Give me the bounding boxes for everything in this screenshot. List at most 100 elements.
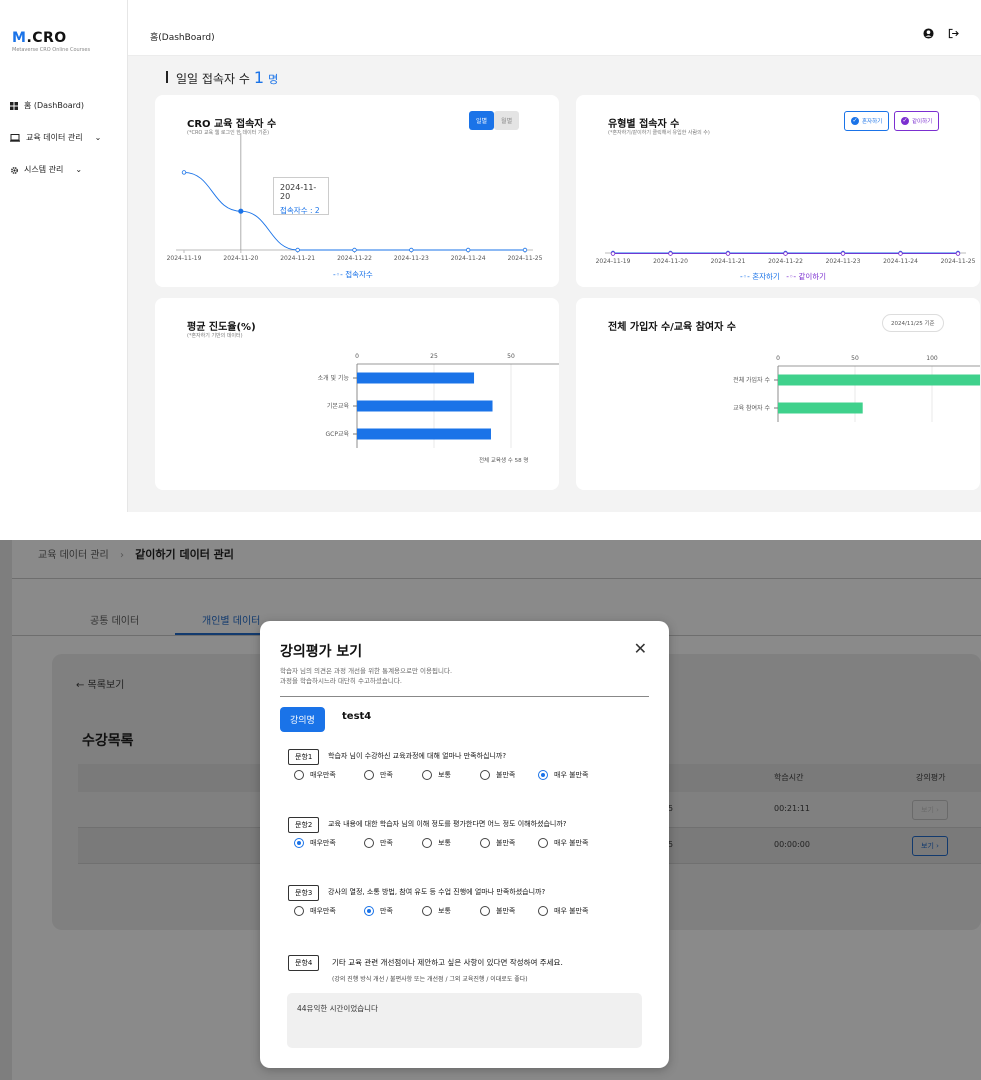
data-point (352, 247, 357, 253)
radio-button[interactable] (364, 770, 374, 780)
x-tick-label: 2024-11-21 (711, 258, 746, 265)
radio-option[interactable]: 불만족 (480, 906, 538, 916)
radio-button[interactable] (422, 906, 432, 916)
bar (357, 372, 475, 384)
radio-option[interactable]: 보통 (422, 906, 480, 916)
radio-button[interactable] (538, 770, 548, 780)
radio-button[interactable] (480, 838, 490, 848)
x-tick-label: 2024-11-24 (883, 258, 918, 265)
radio-button[interactable] (422, 838, 432, 848)
legend-together[interactable]: -◦- 같이하기 (786, 272, 826, 281)
daily-visitors-label: 일일 접속자 수 (176, 72, 250, 86)
x-tick-label: 2024-11-25 (508, 255, 543, 262)
radio-button[interactable] (480, 906, 490, 916)
radio-button[interactable] (364, 838, 374, 848)
bar (357, 400, 493, 412)
members-card: 전체 가입자 수/교육 참여자 수 2024/11/25 기준 05010015… (576, 298, 980, 490)
x-tick-label: 50 (851, 355, 859, 362)
close-icon[interactable]: ✕ (634, 639, 647, 658)
cro-visitors-chart: 2024-11-19 2024-11-20 2024-11-21 2024-11-22… (167, 133, 543, 262)
radio-label: 불만족 (496, 771, 516, 779)
logout-icon[interactable] (948, 28, 959, 42)
question-text: 학습자 님이 수강하신 교육과정에 대해 얼마나 만족하십니까? (328, 752, 507, 760)
radio-group: 매우만족 만족 보통 불만족 매우 불만족 (294, 906, 618, 916)
radio-label: 매우 불만족 (554, 771, 589, 779)
sidebar-item-system[interactable]: 시스템 관리 ⌄ (10, 164, 82, 175)
row-time: 00:21:11 (774, 804, 810, 813)
radio-option[interactable]: 보통 (422, 838, 480, 848)
description-line: 과정을 학습하시느라 대단히 수고하셨습니다. (280, 677, 402, 685)
x-tick-label: 0 (776, 355, 780, 362)
radio-label: 매우 불만족 (554, 907, 589, 915)
chevron-down-icon: ⌄ (94, 133, 102, 142)
data-point (725, 251, 731, 256)
legend-visitors[interactable]: -◦- 접속자수 (333, 269, 373, 280)
question-text: 기타 교육 관련 개선점이나 제안하고 싶은 사항이 있다면 작성하여 주세요. (332, 958, 563, 967)
data-point (295, 247, 300, 253)
sidebar-item-education-data[interactable]: 교육 데이터 관리 ⌄ (10, 132, 101, 143)
radio-option[interactable]: 불만족 (480, 838, 538, 848)
brand-logo[interactable]: M.CRO (12, 30, 67, 46)
sidebar-item-dashboard[interactable]: 홈 (DashBoard) (10, 100, 84, 111)
radio-option[interactable]: 만족 (364, 906, 422, 916)
view-evaluation-button[interactable]: 보기 › (912, 800, 948, 820)
sidebar-item-label: 시스템 관리 (24, 165, 64, 174)
breadcrumb-parent[interactable]: 교육 데이터 관리 (38, 550, 109, 561)
radio-label: 보통 (438, 839, 451, 847)
data-point (181, 170, 187, 175)
radio-option[interactable]: 매우 불만족 (538, 906, 618, 916)
bar (778, 374, 980, 386)
daily-visitors-value: 1 (253, 68, 265, 87)
grid-icon (10, 101, 18, 110)
user-icon[interactable] (923, 28, 934, 42)
laptop-icon (10, 133, 20, 142)
question-text: 강사의 열정, 소통 방법, 참여 유도 등 수업 진행에 얼마나 만족하셨습니… (328, 888, 546, 896)
radio-label: 보통 (438, 907, 451, 915)
data-point (465, 247, 471, 253)
radio-button[interactable] (294, 838, 304, 848)
radio-option[interactable]: 매우 불만족 (538, 770, 618, 780)
tab-common-data[interactable]: 공통 데이터 (90, 612, 139, 627)
modal-description: 학습자 님의 의견은 과정 개선을 위한 통계용으로만 이용됩니다. 과정을 학… (280, 666, 452, 686)
radio-option[interactable]: 매우만족 (294, 770, 364, 780)
radio-option[interactable]: 매우만족 (294, 906, 364, 916)
radio-button[interactable] (294, 906, 304, 916)
x-tick-label: 0 (355, 353, 359, 360)
radio-button[interactable] (364, 906, 374, 916)
y-tick-label: GCP교육 (326, 431, 350, 438)
radio-button[interactable] (294, 770, 304, 780)
legend-solo[interactable]: -◦- 혼자하기 (740, 272, 780, 281)
radio-option[interactable]: 불만족 (480, 770, 538, 780)
x-tick-label: 2024-11-20 (223, 255, 258, 262)
breadcrumb-separator-icon: › (119, 550, 124, 561)
daily-visitors-unit: 명 (268, 73, 279, 86)
answer-textarea[interactable]: 44유익한 시간이었습니다 (287, 993, 642, 1048)
question-text: 교육 내용에 대한 학습자 님의 이해 정도를 평가한다면 어느 정도 이해하셨… (328, 820, 567, 828)
tab-personal-data[interactable]: 개인별 데이터 (202, 612, 260, 627)
radio-option[interactable]: 매우만족 (294, 838, 364, 848)
top-bar: 홈(DashBoard) (128, 0, 981, 56)
x-tick-label: 2024-11-25 (941, 258, 976, 265)
radio-option[interactable]: 매우 불만족 (538, 838, 618, 848)
radio-button[interactable] (538, 838, 548, 848)
radio-button[interactable] (538, 906, 548, 916)
x-tick-label: 2024-11-24 (451, 255, 486, 262)
legend-row: -◦- 혼자하기 -◦- 같이하기 (740, 271, 826, 282)
radio-option[interactable]: 만족 (364, 770, 422, 780)
x-tick-label: 2024-11-21 (280, 255, 315, 262)
radio-group: 매우만족 만족 보통 불만족 매우 불만족 (294, 838, 618, 848)
members-chart: 050100150200전체 가입자 수교육 참여자 수 (733, 355, 980, 422)
radio-option[interactable]: 만족 (364, 838, 422, 848)
question-tag: 문항4 (288, 955, 320, 971)
radio-button[interactable] (480, 770, 490, 780)
x-tick-label: 2024-11-23 (826, 258, 861, 265)
daily-visitors: 일일 접속자 수 1 명 (166, 68, 278, 87)
back-to-list-link[interactable]: ← 목록보기 (76, 676, 124, 691)
radio-option[interactable]: 보통 (422, 770, 480, 780)
row-time: 00:00:00 (774, 840, 810, 849)
column-header-evaluation: 강의평가 (916, 773, 946, 782)
view-evaluation-button[interactable]: 보기 › (912, 836, 948, 856)
radio-button[interactable] (422, 770, 432, 780)
course-label-badge: 강의명 (280, 707, 325, 732)
radio-label: 불만족 (496, 907, 516, 915)
